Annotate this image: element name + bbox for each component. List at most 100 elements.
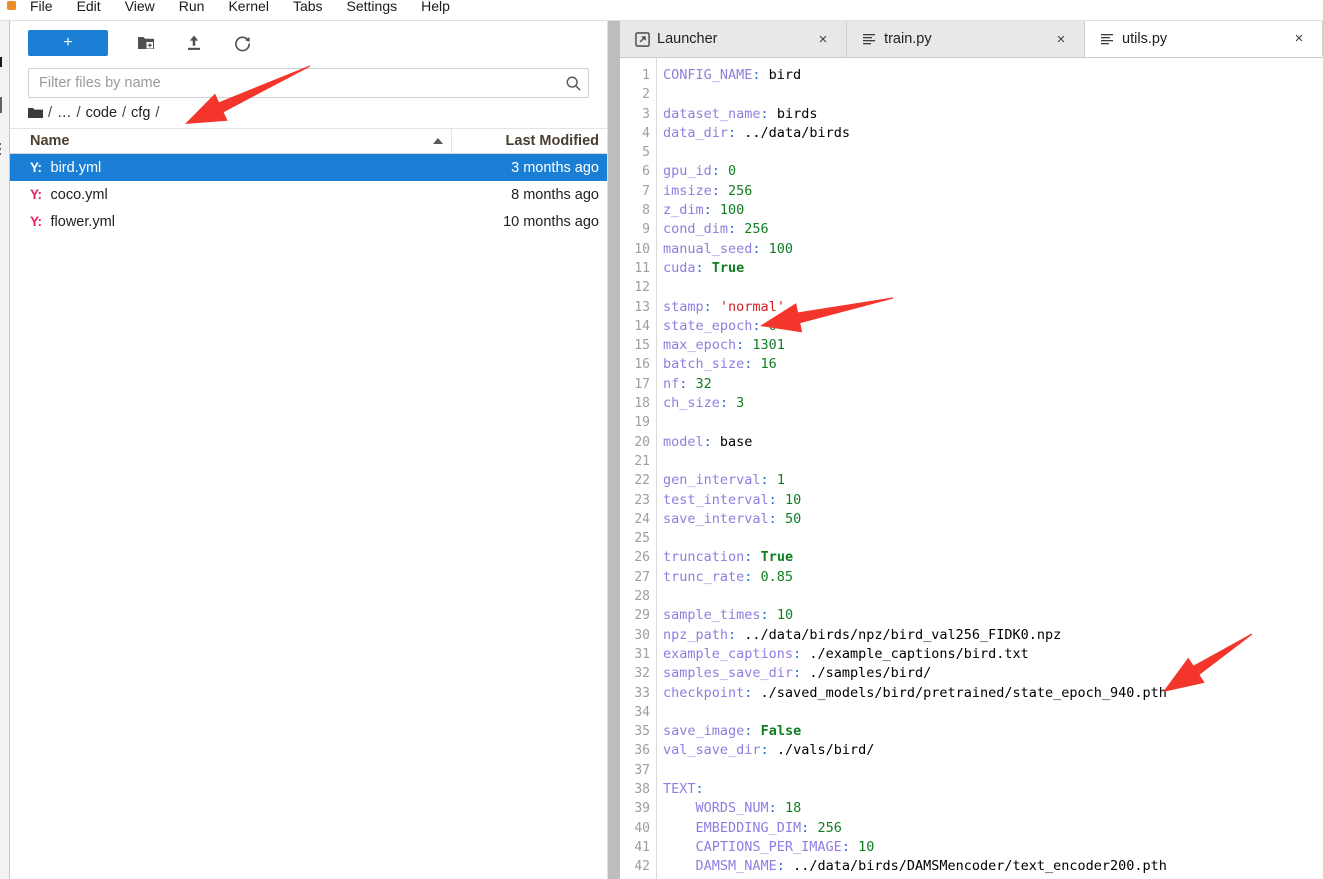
- code-line[interactable]: z_dim: 100: [663, 201, 1323, 220]
- breadcrumb-item-code[interactable]: code: [82, 105, 121, 121]
- code-line[interactable]: [663, 703, 1323, 722]
- menu-item-settings[interactable]: Settings: [335, 0, 410, 19]
- new-folder-icon[interactable]: [136, 33, 156, 53]
- code-line[interactable]: [663, 587, 1323, 606]
- menu-item-view[interactable]: View: [113, 0, 167, 19]
- menu-item-run[interactable]: Run: [167, 0, 217, 19]
- file-row-coco[interactable]: Y: coco.yml 8 months ago: [10, 181, 607, 208]
- tab-train-py[interactable]: train.py ×: [847, 21, 1086, 57]
- column-header-name[interactable]: Name: [10, 129, 452, 153]
- code-line[interactable]: sample_times: 10: [663, 606, 1323, 625]
- code-line[interactable]: DAMSM_NAME: ../data/birds/DAMSMencoder/t…: [663, 857, 1323, 876]
- code-line[interactable]: cuda: True: [663, 259, 1323, 278]
- breadcrumb-ellipsis[interactable]: …: [53, 105, 76, 121]
- code-line[interactable]: data_dir: ../data/birds: [663, 124, 1323, 143]
- code-line[interactable]: ch_size: 3: [663, 394, 1323, 413]
- running-terminals-icon[interactable]: [0, 95, 4, 115]
- breadcrumb: / … / code / cfg /: [10, 98, 607, 128]
- close-icon[interactable]: ×: [1288, 28, 1310, 50]
- line-number: 5: [642, 145, 650, 161]
- tab-launcher[interactable]: Launcher ×: [620, 21, 848, 57]
- code-line[interactable]: stamp: 'normal': [663, 298, 1323, 317]
- code-line[interactable]: [663, 85, 1323, 104]
- code-line[interactable]: test_interval: 10: [663, 491, 1323, 510]
- code-line[interactable]: trunc_rate: 0.85: [663, 568, 1323, 587]
- code-line[interactable]: state_epoch: 0: [663, 317, 1323, 336]
- code-line[interactable]: gpu_id: 0: [663, 162, 1323, 181]
- code-line[interactable]: EMBEDDING_DIM: 256: [663, 819, 1323, 838]
- code-token-plain: ./vals/bird/: [768, 742, 875, 759]
- sort-ascending-icon[interactable]: [433, 138, 443, 144]
- breadcrumb-item-cfg[interactable]: cfg: [127, 105, 154, 121]
- code-line[interactable]: WORDS_NUM: 18: [663, 799, 1323, 818]
- menu-item-kernel[interactable]: Kernel: [216, 0, 280, 19]
- code-line[interactable]: imsize: 256: [663, 182, 1323, 201]
- file-row-flower[interactable]: Y: flower.yml 10 months ago: [10, 208, 607, 235]
- code-token-num: 10: [768, 607, 794, 624]
- code-token-colon: :: [703, 433, 712, 450]
- code-line[interactable]: checkpoint: ./saved_models/bird/pretrain…: [663, 684, 1323, 703]
- code-token-plain: bird: [760, 67, 802, 83]
- code-token-key: state_epoch: [663, 317, 753, 334]
- file-modified-cell: 10 months ago: [503, 213, 599, 230]
- code-line[interactable]: [663, 529, 1323, 548]
- close-icon[interactable]: ×: [1050, 28, 1072, 50]
- panel-splitter-handle[interactable]: [608, 21, 620, 879]
- code-line[interactable]: TEXT:: [663, 780, 1323, 799]
- code-line[interactable]: [663, 413, 1323, 432]
- code-token-bool: True: [760, 549, 794, 566]
- code-token-num: 1: [768, 472, 785, 489]
- code-token-str: 'normal': [719, 298, 785, 315]
- search-icon[interactable]: [560, 70, 586, 96]
- code-line[interactable]: model: base: [663, 433, 1323, 452]
- new-launcher-button[interactable]: +: [28, 30, 108, 56]
- tab-utils-py[interactable]: utils.py ×: [1085, 21, 1323, 57]
- line-number: 8: [642, 203, 650, 219]
- search-input[interactable]: [29, 75, 560, 91]
- code-token-num: 100: [711, 202, 745, 219]
- table-of-contents-icon[interactable]: [0, 139, 4, 159]
- upload-icon[interactable]: [184, 33, 204, 53]
- code-line[interactable]: example_captions: ./example_captions/bir…: [663, 645, 1323, 664]
- code-line[interactable]: truncation: True: [663, 548, 1323, 567]
- menu-item-tabs[interactable]: Tabs: [281, 0, 335, 19]
- code-line[interactable]: gen_interval: 1: [663, 471, 1323, 490]
- code-line[interactable]: [663, 143, 1323, 162]
- line-number: 10: [634, 241, 650, 257]
- code-token-num: 100: [760, 240, 794, 257]
- line-number: 2: [642, 87, 650, 103]
- code-line[interactable]: [663, 452, 1323, 471]
- code-line[interactable]: val_save_dir: ./vals/bird/: [663, 741, 1323, 760]
- code-line[interactable]: samples_save_dir: ./samples/bird/: [663, 664, 1323, 683]
- code-line[interactable]: CAPTIONS_PER_IMAGE: 10: [663, 838, 1323, 857]
- code-line[interactable]: batch_size: 16: [663, 355, 1323, 374]
- extension-manager-icon[interactable]: [0, 183, 4, 203]
- folder-browser-icon[interactable]: [0, 51, 4, 71]
- line-number: 1: [642, 68, 650, 83]
- line-number: 7: [642, 183, 650, 199]
- menu-item-file[interactable]: File: [18, 0, 65, 19]
- code-line[interactable]: save_interval: 50: [663, 510, 1323, 529]
- code-content[interactable]: CONFIG_NAME: bird dataset_name: birds dat…: [657, 58, 1323, 879]
- code-line[interactable]: manual_seed: 100: [663, 240, 1323, 259]
- code-line[interactable]: CONFIG_NAME: bird: [663, 66, 1323, 85]
- code-line[interactable]: save_image: False: [663, 722, 1323, 741]
- line-number: 17: [634, 376, 650, 392]
- code-line[interactable]: max_epoch: 1301: [663, 336, 1323, 355]
- refresh-icon[interactable]: [232, 33, 252, 53]
- code-editor[interactable]: 1 2 3 4 5 6 7 8 9 10 11 12 13 14 15 16 17 18 19 20 21 22 23 24 2…: [620, 58, 1323, 879]
- code-token-key: trunc_rate: [663, 568, 745, 585]
- menu-item-edit[interactable]: Edit: [65, 0, 113, 19]
- code-line[interactable]: dataset_name: birds: [663, 105, 1323, 124]
- folder-icon[interactable]: [28, 107, 43, 119]
- column-header-last-modified[interactable]: Last Modified: [452, 133, 607, 149]
- file-row-bird[interactable]: Y: bird.yml 3 months ago: [10, 154, 607, 181]
- code-line[interactable]: npz_path: ../data/birds/npz/bird_val256_…: [663, 626, 1323, 645]
- code-line[interactable]: cond_dim: 256: [663, 220, 1323, 239]
- code-line[interactable]: [663, 761, 1323, 780]
- code-line[interactable]: nf: 32: [663, 375, 1323, 394]
- code-line[interactable]: [663, 278, 1323, 297]
- file-filter-box[interactable]: [28, 68, 589, 98]
- menu-item-help[interactable]: Help: [409, 0, 462, 19]
- close-icon[interactable]: ×: [812, 28, 834, 50]
